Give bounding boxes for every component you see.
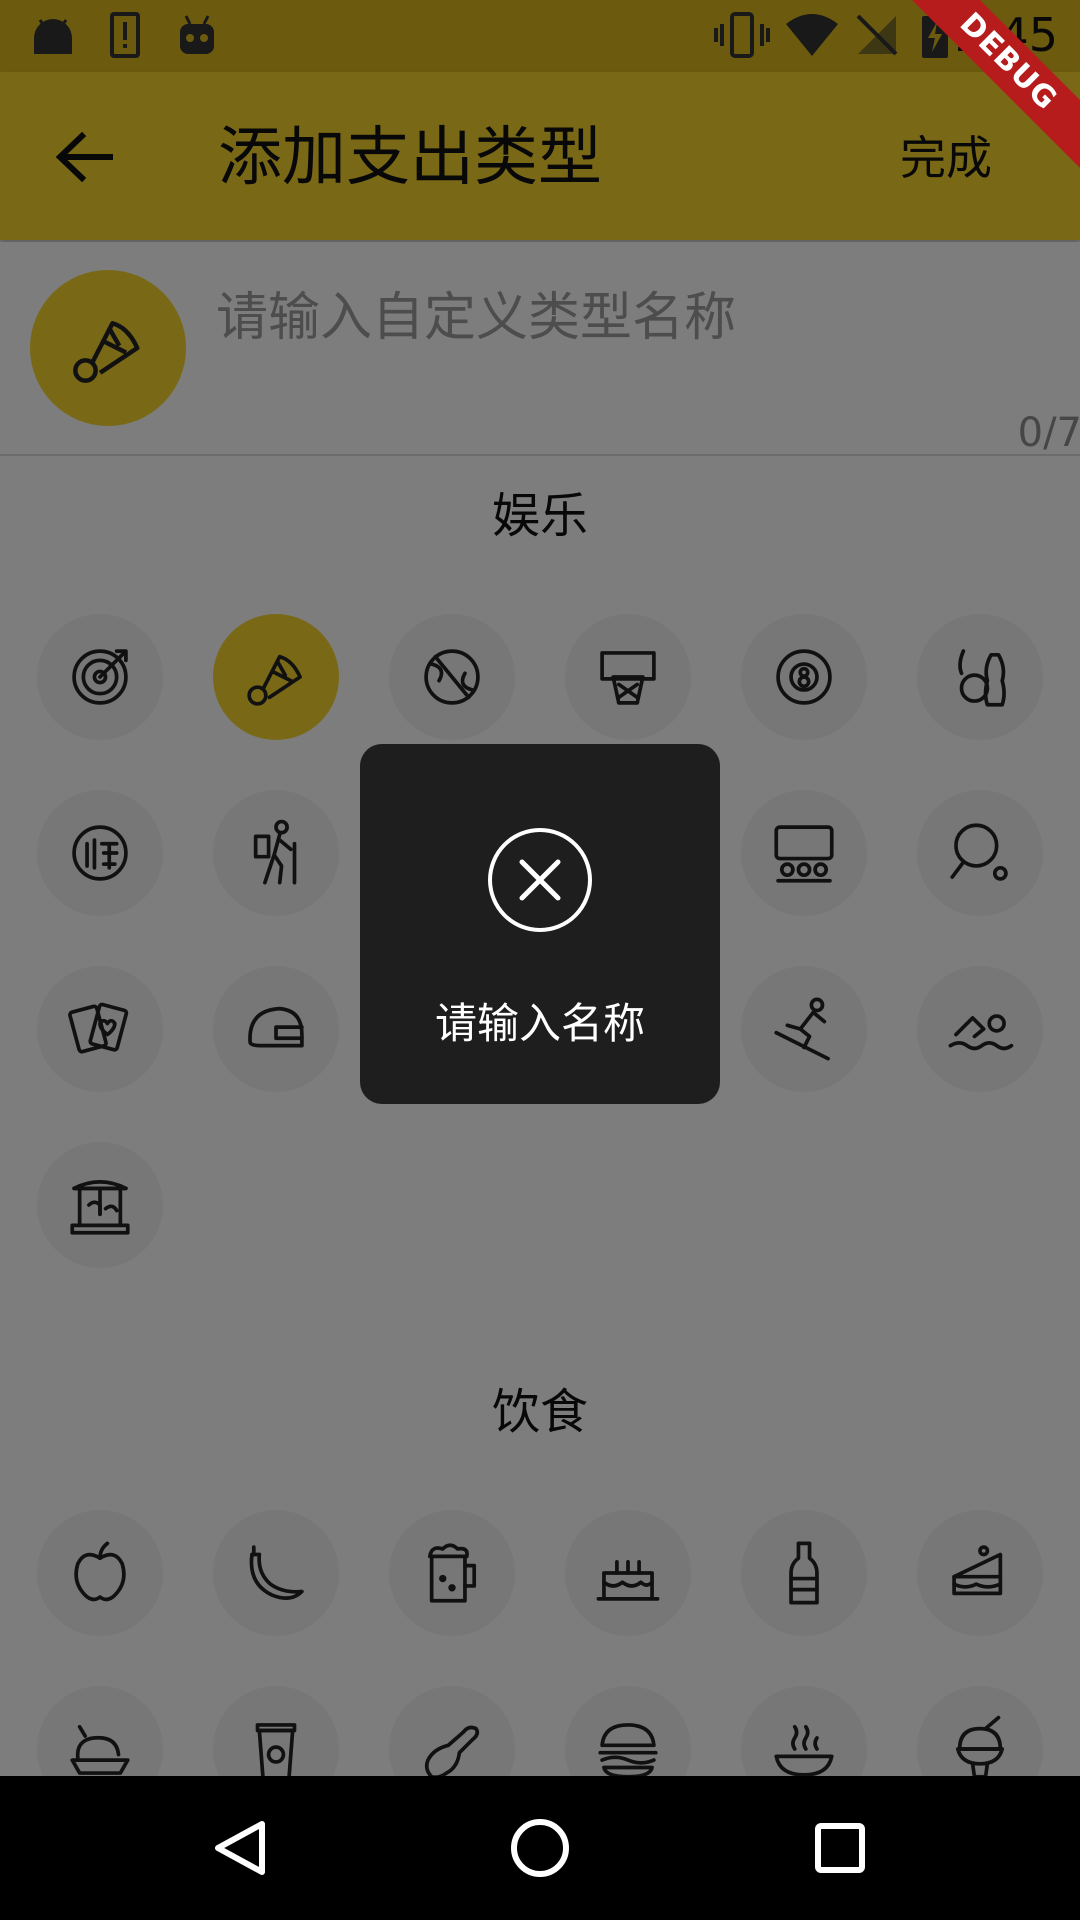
nav-back-icon[interactable] xyxy=(190,1798,290,1898)
nav-recents-icon[interactable] xyxy=(790,1798,890,1898)
toast-message: 请输入名称 xyxy=(434,999,645,1048)
close-circle-icon xyxy=(488,828,592,932)
navigation-bar xyxy=(0,1776,1080,1920)
toast: 请输入名称 xyxy=(360,744,720,1104)
nav-home-icon[interactable] xyxy=(490,1798,590,1898)
